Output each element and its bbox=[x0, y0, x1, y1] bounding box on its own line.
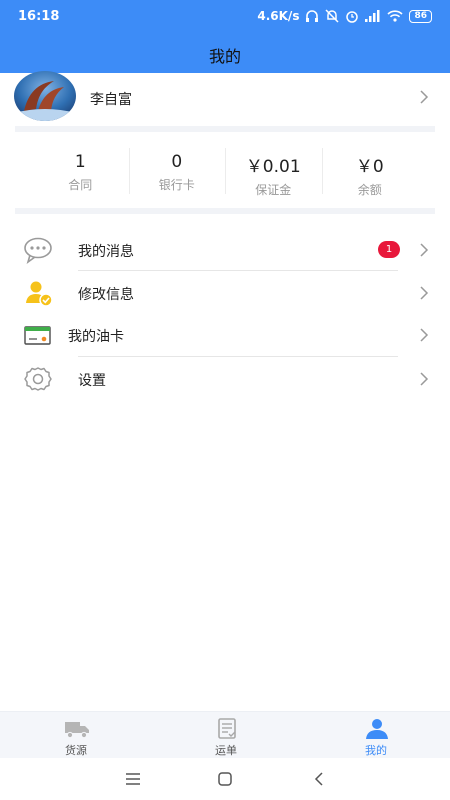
stat-deposit[interactable]: ￥0.01 保证金 bbox=[225, 146, 322, 198]
section-divider bbox=[15, 208, 435, 214]
stat-value: 1 bbox=[74, 152, 86, 172]
stat-label: 余额 bbox=[357, 183, 382, 197]
status-time: 16:18 bbox=[18, 9, 60, 24]
tab-goods-source[interactable]: 货源 bbox=[36, 712, 116, 759]
tab-label: 我的 bbox=[365, 744, 387, 757]
person-icon bbox=[366, 719, 388, 739]
user-name: 李自富 bbox=[90, 92, 132, 108]
chevron-right-icon bbox=[420, 90, 429, 104]
top-bar: 16:18 4.6K/s 86 我的 bbox=[0, 0, 450, 73]
menu-label: 修改信息 bbox=[78, 287, 134, 303]
back-icon[interactable] bbox=[310, 770, 328, 788]
net-speed: 4.6K/s bbox=[257, 9, 300, 23]
chat-bubble-icon bbox=[24, 237, 52, 264]
user-check-icon bbox=[26, 281, 53, 307]
chevron-right-icon bbox=[420, 372, 429, 386]
tab-label: 运单 bbox=[215, 744, 237, 757]
avatar-logo-icon bbox=[14, 71, 76, 121]
stat-value: ￥0 bbox=[355, 157, 384, 177]
signal-icon bbox=[365, 10, 380, 22]
profile-row[interactable]: 李自富 bbox=[0, 71, 450, 123]
status-bar: 16:18 4.6K/s 86 bbox=[0, 0, 450, 32]
menu-item-fuel-card[interactable]: 我的油卡 bbox=[0, 313, 450, 357]
menu-label: 我的油卡 bbox=[68, 329, 124, 345]
system-nav-bar bbox=[0, 758, 450, 800]
card-icon bbox=[24, 326, 51, 345]
stat-label: 银行卡 bbox=[158, 178, 195, 192]
stat-label: 保证金 bbox=[255, 183, 292, 197]
document-icon bbox=[218, 718, 236, 739]
menu-item-messages[interactable]: 我的消息 1 bbox=[0, 228, 450, 272]
stat-bank-cards[interactable]: 0 银行卡 bbox=[128, 146, 226, 198]
mute-bell-icon bbox=[325, 9, 339, 23]
menu-icon[interactable] bbox=[124, 770, 142, 788]
stat-balance[interactable]: ￥0 余额 bbox=[321, 146, 419, 198]
avatar bbox=[14, 71, 76, 121]
chevron-right-icon bbox=[420, 328, 429, 342]
battery-indicator: 86 bbox=[409, 9, 432, 23]
bottom-tab-bar: 货源 运单 我的 bbox=[0, 711, 450, 758]
stat-contracts[interactable]: 1 合同 bbox=[32, 146, 129, 198]
section-divider bbox=[15, 126, 435, 132]
home-icon[interactable] bbox=[216, 770, 234, 788]
tab-waybill[interactable]: 运单 bbox=[186, 712, 266, 759]
unread-badge: 1 bbox=[378, 241, 400, 258]
wifi-icon bbox=[387, 10, 404, 22]
stat-label: 合同 bbox=[68, 178, 93, 192]
account-stats: 1 合同 0 银行卡 ￥0.01 保证金 ￥0 余额 bbox=[32, 146, 418, 198]
chevron-right-icon bbox=[420, 243, 429, 257]
status-indicators: 4.6K/s 86 bbox=[257, 9, 432, 23]
menu-item-edit-info[interactable]: 修改信息 bbox=[0, 271, 450, 315]
chevron-right-icon bbox=[420, 286, 429, 300]
tab-mine[interactable]: 我的 bbox=[336, 712, 416, 759]
menu-label: 我的消息 bbox=[78, 244, 134, 260]
truck-icon bbox=[65, 722, 89, 739]
stat-value: 0 bbox=[171, 152, 183, 172]
tab-label: 货源 bbox=[65, 744, 87, 757]
alarm-icon bbox=[346, 11, 359, 23]
gear-icon bbox=[24, 367, 52, 391]
headset-icon bbox=[306, 9, 319, 22]
menu-label: 设置 bbox=[78, 373, 106, 389]
menu-item-settings[interactable]: 设置 bbox=[0, 357, 450, 401]
page-title: 我的 bbox=[208, 47, 241, 66]
stat-value: ￥0.01 bbox=[245, 157, 301, 177]
